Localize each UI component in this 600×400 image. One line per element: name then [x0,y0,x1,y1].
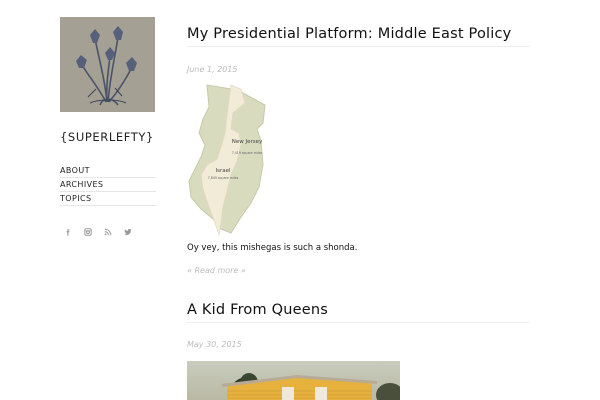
main-nav: ABOUT ARCHIVES TOPICS [60,164,156,206]
facebook-icon[interactable] [64,228,72,236]
nj-israel-map[interactable]: New Jersey 7,419 square miles Israel 7,8… [187,83,269,237]
site-title[interactable]: {SUPERLEFTY} [60,130,156,144]
post-excerpt: Oy vey, this mishegas is such a shonda. [187,243,358,253]
post-title[interactable]: My Presidential Platform: Middle East Po… [187,26,530,47]
site-logo[interactable] [60,17,155,112]
israel-area-label: 7,849 square miles [208,176,239,180]
read-more-link[interactable]: « Read more » [187,266,246,275]
post-featured-image[interactable] [187,361,400,400]
nav-item-topics[interactable]: TOPICS [60,192,156,206]
rss-icon[interactable] [104,228,112,236]
nj-area-label: 7,419 square miles [232,151,263,155]
sidebar: {SUPERLEFTY} ABOUT ARCHIVES TOPICS [60,17,156,236]
post-date: June 1, 2015 [187,65,238,74]
instagram-icon[interactable] [84,228,92,236]
nav-item-archives[interactable]: ARCHIVES [60,178,156,192]
israel-label: Israel [215,168,231,174]
twitter-icon[interactable] [124,228,132,236]
nav-item-about[interactable]: ABOUT [60,164,156,178]
post-title[interactable]: A Kid From Queens [187,302,530,323]
post-date: May 30, 2015 [187,340,242,349]
flower-drawing-icon [60,17,155,112]
nj-label: New Jersey [232,139,263,145]
social-links [60,228,156,236]
